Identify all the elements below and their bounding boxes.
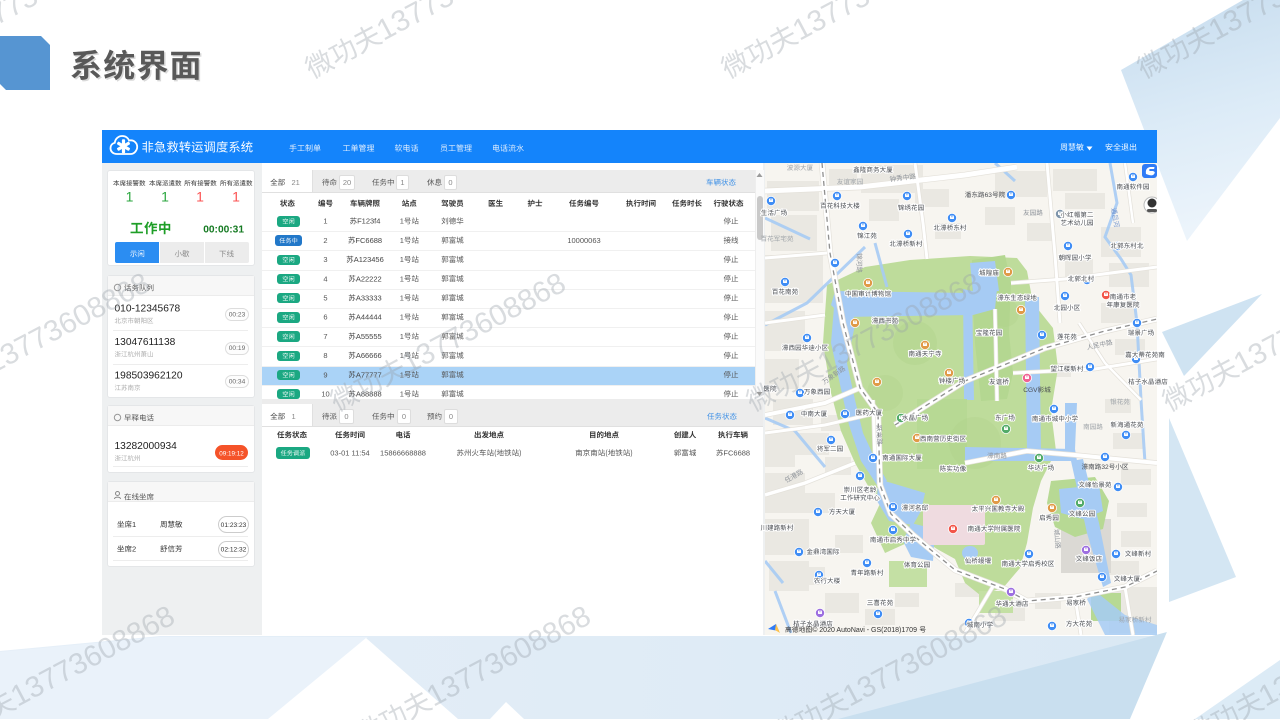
- svg-text:1: 1: [132, 520, 136, 529]
- svg-text:1: 1: [400, 178, 404, 187]
- svg-text:32: 32: [1101, 464, 1109, 471]
- svg-text:1: 1: [400, 217, 404, 226]
- svg-text:CGV: CGV: [1023, 387, 1038, 394]
- svg-text:1: 1: [196, 189, 204, 205]
- svg-text:09:19:12: 09:19:12: [219, 451, 244, 458]
- svg-text:13773608868: 13773608868: [0, 266, 155, 380]
- svg-text:13773608868: 13773608868: [421, 599, 596, 713]
- svg-text:A123456: A123456: [354, 255, 384, 264]
- svg-text:02:12:32: 02:12:32: [221, 547, 247, 554]
- svg-text:FC6688: FC6688: [723, 449, 750, 458]
- svg-text:00:19: 00:19: [229, 345, 246, 352]
- svg-text:1: 1: [400, 370, 404, 379]
- svg-text:13773608868: 13773608868: [837, 599, 1012, 713]
- svg-text:13773608868: 13773608868: [787, 0, 962, 47]
- svg-text:00:00:31: 00:00:31: [203, 225, 244, 236]
- svg-text:1: 1: [232, 189, 240, 205]
- svg-text:A33333: A33333: [356, 294, 382, 303]
- svg-text:13773608868: 13773608868: [5, 599, 180, 713]
- svg-text:01:23:23: 01:23:23: [221, 522, 247, 529]
- svg-text:13773608868: 13773608868: [1203, 0, 1280, 47]
- svg-text:1: 1: [400, 255, 404, 264]
- svg-text:00:34: 00:34: [229, 379, 246, 386]
- svg-text:13282000934: 13282000934: [115, 441, 178, 452]
- svg-text:1: 1: [400, 294, 404, 303]
- svg-text:1: 1: [400, 313, 404, 322]
- svg-text:5: 5: [323, 294, 327, 303]
- svg-text:1: 1: [323, 217, 327, 226]
- svg-text:1: 1: [400, 274, 404, 283]
- svg-text:3: 3: [323, 255, 327, 264]
- svg-text:A66666: A66666: [356, 351, 382, 360]
- svg-text:2: 2: [323, 236, 327, 245]
- svg-text:13773608868: 13773608868: [0, 0, 130, 47]
- svg-text:1: 1: [400, 236, 404, 245]
- svg-text:F123f4: F123f4: [357, 217, 380, 226]
- svg-text:A44444: A44444: [356, 313, 382, 322]
- svg-text:13773608868: 13773608868: [1253, 599, 1280, 713]
- svg-text:A55555: A55555: [356, 332, 382, 341]
- svg-text:1: 1: [400, 390, 404, 399]
- svg-text:© 2020 AutoNavi - GS(2018)1709: © 2020 AutoNavi - GS(2018)1709: [812, 626, 917, 634]
- svg-text:10000063: 10000063: [567, 236, 600, 245]
- svg-text:6: 6: [323, 313, 327, 322]
- svg-text:0: 0: [449, 412, 453, 421]
- svg-text:03-01 11:54: 03-01 11:54: [330, 449, 369, 458]
- svg-text:1: 1: [292, 412, 296, 421]
- svg-text:FC6688: FC6688: [355, 236, 382, 245]
- svg-text:1: 1: [161, 189, 169, 205]
- svg-text:10: 10: [321, 390, 329, 399]
- svg-text:198503962120: 198503962120: [115, 371, 183, 382]
- svg-text:13047611138: 13047611138: [115, 337, 176, 348]
- svg-text:8: 8: [323, 351, 327, 360]
- svg-text:00:23: 00:23: [229, 312, 246, 319]
- svg-text:21: 21: [292, 178, 300, 187]
- svg-text:0: 0: [402, 412, 406, 421]
- svg-text:A22222: A22222: [356, 274, 382, 283]
- svg-text:1: 1: [400, 332, 404, 341]
- svg-text:0: 0: [448, 178, 452, 187]
- svg-text:15866668888: 15866668888: [380, 449, 426, 458]
- svg-text:63: 63: [985, 192, 993, 199]
- svg-text:7: 7: [323, 332, 327, 341]
- svg-text:13773608868: 13773608868: [1228, 266, 1280, 380]
- svg-text:9: 9: [323, 370, 327, 379]
- svg-text:1: 1: [126, 189, 134, 205]
- svg-text:13773608868: 13773608868: [371, 0, 546, 47]
- svg-text:0: 0: [344, 412, 348, 421]
- svg-text:13773608868: 13773608868: [396, 266, 571, 380]
- svg-text:2: 2: [132, 545, 136, 554]
- svg-text:20: 20: [343, 178, 351, 187]
- svg-text:13773608868: 13773608868: [812, 266, 987, 380]
- svg-text:4: 4: [323, 274, 327, 283]
